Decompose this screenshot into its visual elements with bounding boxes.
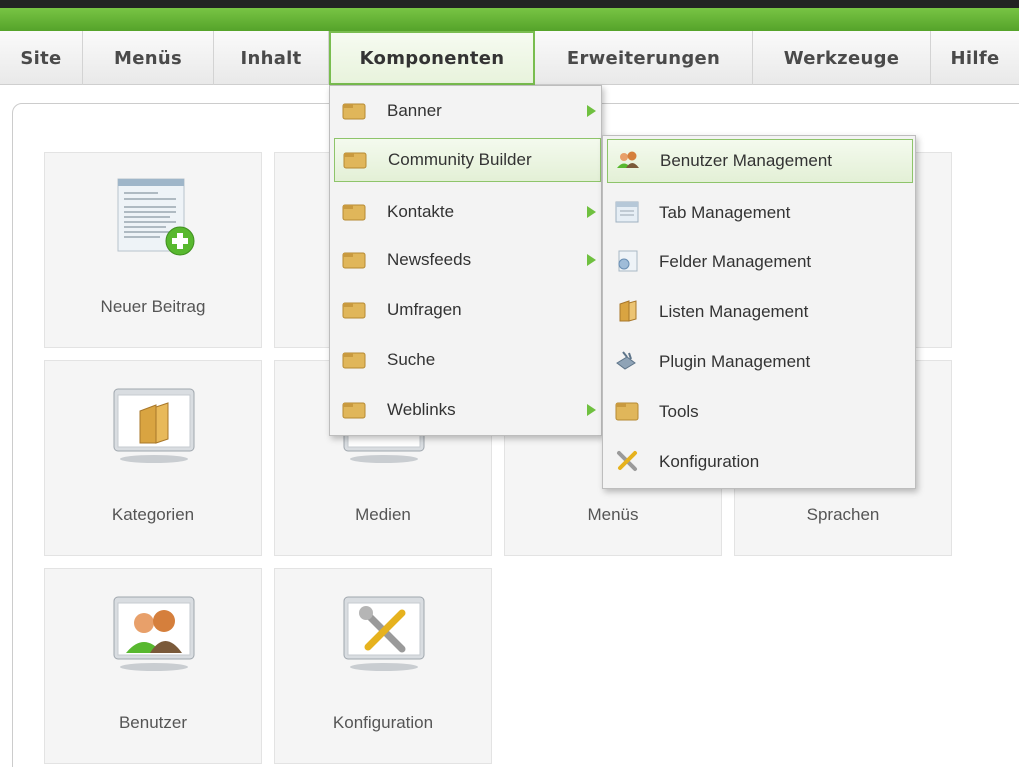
tile-new-article[interactable]: Neuer Beitrag <box>44 152 262 348</box>
submenu-arrow-icon <box>587 254 596 266</box>
menu-item-newsfeeds[interactable]: Newsfeeds <box>334 238 599 282</box>
menu-komponenten[interactable]: Komponenten <box>329 31 535 85</box>
submenu-arrow-icon <box>587 404 596 416</box>
configuration-tools-icon <box>617 451 637 471</box>
configuration-icon <box>343 596 425 671</box>
menu-werkzeuge[interactable]: Werkzeuge <box>753 31 931 85</box>
tab-management-icon <box>615 201 639 223</box>
menu-item-label: Felder Management <box>659 252 812 271</box>
tile-categories[interactable]: Kategorien <box>44 360 262 556</box>
menu-item-label: Banner <box>387 101 442 120</box>
tile-label: Medien <box>355 505 411 524</box>
menu-menus[interactable]: Menüs <box>83 31 214 85</box>
menu-item-label: Plugin Management <box>659 352 811 371</box>
main-menubar: Site Menüs Inhalt Komponenten Erweiterun… <box>0 31 1019 85</box>
categories-icon <box>113 388 195 463</box>
top-green-bar <box>0 8 1019 31</box>
menu-item-tab-management[interactable]: Tab Management <box>607 191 913 235</box>
tile-label: Kategorien <box>111 505 195 524</box>
tile-label: Konfiguration <box>332 713 434 732</box>
menu-item-label: Umfragen <box>387 300 462 319</box>
users-icon <box>113 596 195 671</box>
menu-inhalt[interactable]: Inhalt <box>214 31 329 85</box>
menu-hilfe[interactable]: Hilfe <box>931 31 1019 85</box>
plugin-management-icon <box>616 351 636 370</box>
menu-item-listen-management[interactable]: Listen Management <box>607 290 913 334</box>
komponenten-dropdown: Banner Community Builder Kontakte Newsfe… <box>329 85 602 436</box>
menu-item-benutzer-management[interactable]: Benutzer Management <box>607 139 913 183</box>
menu-item-label: Listen Management <box>659 302 809 321</box>
user-management-icon <box>617 151 639 168</box>
community-builder-submenu: Benutzer Management Tab Management Felde… <box>602 135 916 489</box>
folder-icon <box>342 252 366 269</box>
list-management-icon <box>619 300 637 322</box>
folder-icon <box>342 302 366 319</box>
new-article-icon <box>117 178 195 256</box>
folder-icon <box>343 152 367 169</box>
menu-item-tools[interactable]: Tools <box>607 390 913 434</box>
menu-site[interactable]: Site <box>0 31 83 85</box>
tile-label: Benutzer <box>118 713 188 732</box>
menu-item-konfiguration[interactable]: Konfiguration <box>607 440 913 484</box>
folder-icon <box>342 204 366 221</box>
menu-item-label: Kontakte <box>387 202 455 221</box>
folder-icon <box>615 402 639 421</box>
menu-item-weblinks[interactable]: Weblinks <box>334 388 599 432</box>
folder-icon <box>342 402 366 419</box>
menu-item-label: Suche <box>387 350 436 369</box>
tile-users[interactable]: Benutzer <box>44 568 262 764</box>
menu-item-plugin-management[interactable]: Plugin Management <box>607 340 913 384</box>
top-dark-bar <box>0 0 1019 8</box>
menu-item-suche[interactable]: Suche <box>334 338 599 382</box>
menu-item-label: Konfiguration <box>659 452 760 471</box>
menu-item-community-builder[interactable]: Community Builder <box>334 138 601 182</box>
menu-item-label: Weblinks <box>387 400 456 419</box>
menu-item-label: Tab Management <box>659 203 791 222</box>
submenu-arrow-icon <box>587 105 596 117</box>
menu-item-label: Tools <box>659 402 699 421</box>
folder-icon <box>342 103 366 120</box>
submenu-arrow-icon <box>587 206 596 218</box>
tile-configuration[interactable]: Konfiguration <box>274 568 492 764</box>
menu-erweiterungen[interactable]: Erweiterungen <box>535 31 753 85</box>
field-management-icon <box>618 250 638 272</box>
menu-item-banner[interactable]: Banner <box>334 89 599 133</box>
menu-item-label: Newsfeeds <box>387 250 472 269</box>
menu-item-kontakte[interactable]: Kontakte <box>334 190 599 234</box>
tile-label: Neuer Beitrag <box>100 297 206 316</box>
menu-item-label: Community Builder <box>388 150 532 169</box>
menu-item-umfragen[interactable]: Umfragen <box>334 288 599 332</box>
menu-item-label: Benutzer Management <box>660 151 832 170</box>
menu-item-felder-management[interactable]: Felder Management <box>607 240 913 284</box>
tile-label: Sprachen <box>806 505 880 524</box>
folder-icon <box>342 352 366 369</box>
tile-label: Menüs <box>587 505 639 524</box>
